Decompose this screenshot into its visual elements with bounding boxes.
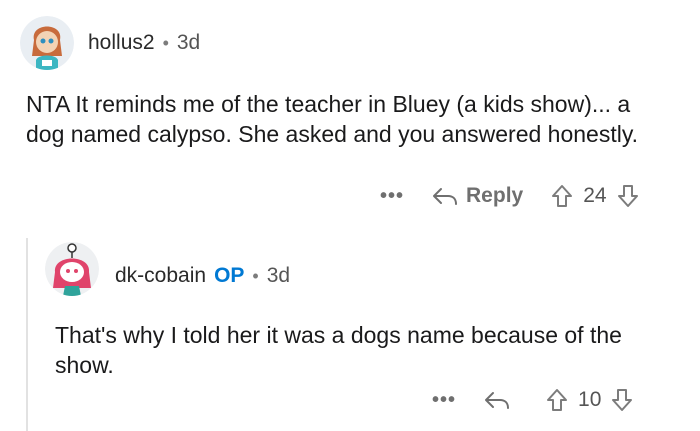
- comment-age: 3d: [266, 264, 291, 287]
- comment-body: NTA It reminds me of the teacher in Blue…: [26, 91, 639, 147]
- comment-hollus2: hollus2 • 3d NTA It reminds me of the te…: [0, 0, 700, 236]
- reply-label: Reply: [466, 184, 524, 207]
- avatar-illustration: [20, 16, 74, 70]
- downvote-button[interactable]: [611, 388, 633, 412]
- comment-body: That's why I told her it was a dogs name…: [55, 322, 622, 378]
- vote-score: 24: [583, 184, 607, 207]
- user-avatar[interactable]: [45, 242, 99, 296]
- upvote-button[interactable]: [551, 184, 573, 208]
- more-options-button[interactable]: •••: [380, 185, 404, 208]
- comment-actions: ••• 10: [432, 388, 633, 412]
- comment-actions: ••• Reply 24: [380, 184, 639, 208]
- upvote-button[interactable]: [546, 388, 568, 412]
- meta-separator: •: [252, 265, 259, 286]
- downvote-arrow-icon: [612, 389, 633, 411]
- op-badge: OP: [214, 264, 245, 287]
- reply-arrow-icon: [433, 188, 458, 205]
- more-options-button[interactable]: •••: [432, 389, 456, 412]
- user-avatar[interactable]: [20, 16, 74, 70]
- upvote-arrow-icon: [552, 185, 573, 207]
- username[interactable]: dk-cobain: [115, 264, 206, 288]
- reply-arrow-icon: [485, 392, 510, 409]
- comment-meta: dk-cobain OP • 3d: [115, 264, 290, 288]
- vote-score: 10: [578, 388, 602, 411]
- downvote-arrow-icon: [617, 185, 638, 207]
- reply-button[interactable]: Reply: [432, 184, 523, 208]
- comment-age: 3d: [176, 31, 201, 54]
- reply-button[interactable]: [484, 390, 518, 410]
- comment-meta: hollus2 • 3d: [88, 31, 200, 55]
- downvote-button[interactable]: [617, 184, 639, 208]
- avatar-illustration: [45, 242, 99, 296]
- upvote-arrow-icon: [547, 389, 568, 411]
- meta-separator: •: [162, 32, 169, 53]
- username[interactable]: hollus2: [88, 31, 155, 55]
